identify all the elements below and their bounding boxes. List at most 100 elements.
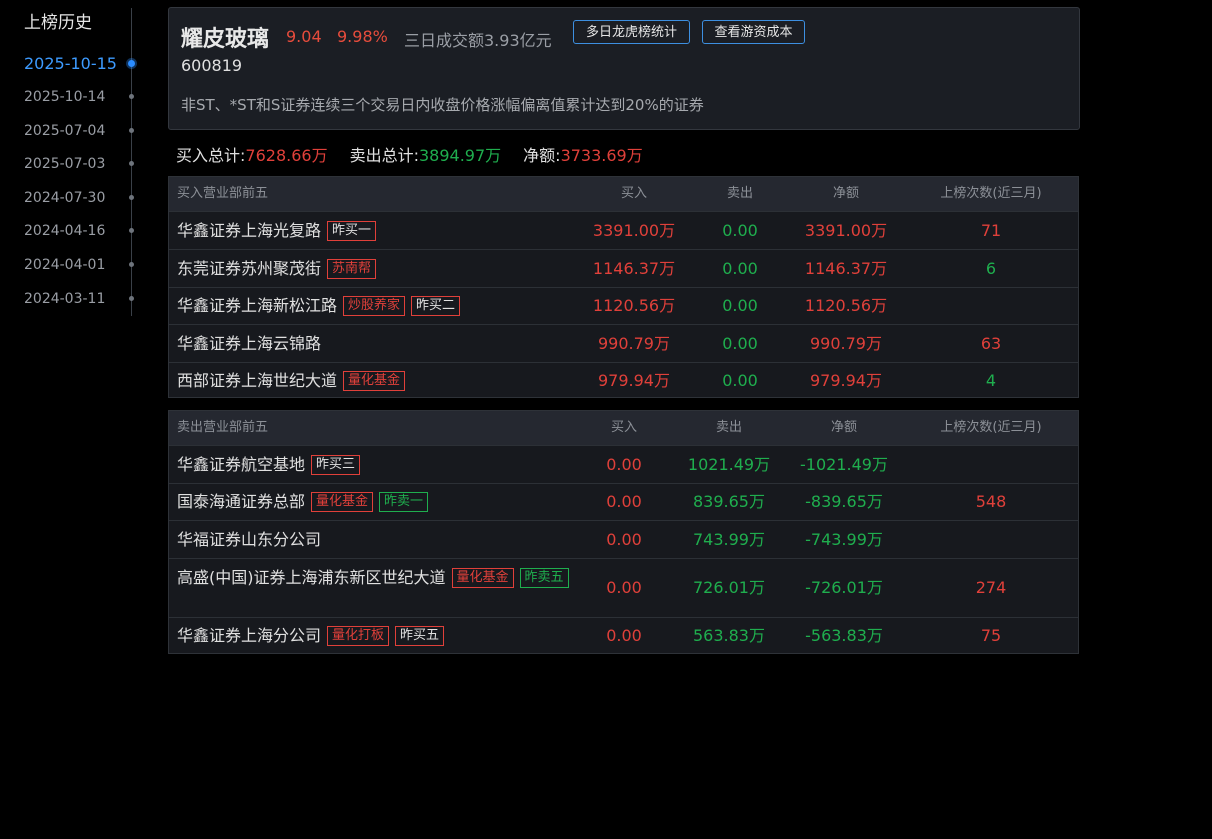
- buy-amount-cell: 990.79万: [598, 334, 670, 353]
- date-item-2024-03-11[interactable]: 2024-03-11: [24, 286, 149, 312]
- broker-name-cell: 华鑫证券上海分公司 量化打板 昨买五: [177, 618, 445, 654]
- broker-tag: 量化基金: [311, 492, 374, 512]
- date-item-2024-07-30[interactable]: 2024-07-30: [24, 185, 149, 211]
- net-amount-cell: -563.83万: [805, 626, 883, 645]
- net-amount-cell: -743.99万: [805, 530, 883, 549]
- date-item-2025-07-04[interactable]: 2025-07-04: [24, 118, 149, 144]
- col-header-sell: 卖出: [726, 186, 753, 201]
- broker-tag: 炒股养家: [343, 296, 406, 316]
- buy-amount-cell: 979.94万: [598, 371, 670, 390]
- buy-brokers-table: 买入营业部前五 买入 卖出 净额 上榜次数(近三月) 华鑫证券上海光复路 昨买一 3…: [168, 176, 1079, 398]
- listing-reason: 非ST、*ST和S证券连续三个交易日内收盘价格涨幅偏离值累计达到20%的证券: [181, 96, 704, 114]
- count-cell: 75: [980, 626, 1002, 645]
- date-label: 2025-10-14: [24, 89, 106, 105]
- broker-tag: 昨买三: [311, 455, 361, 475]
- date-label: 2024-04-01: [24, 257, 106, 273]
- broker-tag: 昨买五: [395, 626, 445, 646]
- table-row[interactable]: 西部证券上海世纪大道 量化基金 979.94万 0.00 979.94万 4: [169, 362, 1078, 399]
- stock-price: 9.04: [286, 27, 322, 46]
- date-item-2024-04-01[interactable]: 2024-04-01: [24, 252, 149, 278]
- net-amount-cell: 3391.00万: [804, 221, 888, 240]
- timeline-dot: [128, 60, 135, 67]
- broker-name[interactable]: 高盛(中国)证券上海浦东新区世纪大道: [177, 568, 446, 587]
- broker-tag: 昨卖五: [519, 568, 569, 588]
- count-cell: 63: [980, 334, 1002, 353]
- table-row[interactable]: 华鑫证券上海云锦路 990.79万 0.00 990.79万 63: [169, 324, 1078, 362]
- broker-name-cell: 国泰海通证券总部 量化基金 昨卖一: [177, 484, 429, 520]
- date-label: 2025-07-04: [24, 123, 106, 139]
- broker-tag: 量化基金: [451, 568, 514, 588]
- broker-name-cell: 华福证券山东分公司: [177, 521, 321, 558]
- sell-amount-cell: 726.01万: [693, 578, 765, 597]
- sell-amount-cell: 0.00: [722, 221, 758, 240]
- date-item-2025-07-03[interactable]: 2025-07-03: [24, 151, 149, 177]
- col-header-broker: 卖出营业部前五: [177, 420, 269, 435]
- sell-amount-cell: 743.99万: [693, 530, 765, 549]
- date-label: 2025-07-03: [24, 156, 106, 172]
- broker-name-cell: 华鑫证券上海新松江路 炒股养家 昨买二: [177, 288, 461, 324]
- date-label: 2025-10-15: [24, 54, 117, 73]
- broker-tag: 昨买一: [327, 221, 377, 241]
- date-item-2025-10-15[interactable]: 2025-10-15: [24, 51, 149, 77]
- col-header-net: 净额: [832, 186, 859, 201]
- net-amount-cell: 1146.37万: [804, 259, 888, 278]
- table-row[interactable]: 华鑫证券上海光复路 昨买一 3391.00万 0.00 3391.00万 71: [169, 211, 1078, 249]
- table-row[interactable]: 华鑫证券航空基地 昨买三 0.00 1021.49万 -1021.49万: [169, 445, 1078, 483]
- net-total-label: 净额:: [523, 146, 561, 165]
- broker-name-cell: 东莞证券苏州聚茂街 苏南帮: [177, 250, 377, 287]
- sell-total-value: 3894.97万: [418, 146, 502, 165]
- multi-day-stats-button[interactable]: 多日龙虎榜统计: [573, 20, 690, 44]
- broker-name-cell: 华鑫证券上海光复路 昨买一: [177, 212, 377, 249]
- sell-total-label: 卖出总计:: [349, 146, 419, 165]
- timeline-dot: [129, 296, 134, 301]
- buy-amount-cell: 1120.56万: [592, 296, 676, 315]
- timeline-dot: [129, 128, 134, 133]
- buy-amount-cell: 3391.00万: [592, 221, 676, 240]
- timeline-dot: [129, 94, 134, 99]
- sell-amount-cell: 839.65万: [693, 492, 765, 511]
- stock-code: 600819: [181, 56, 243, 75]
- col-header-buy: 买入: [620, 186, 647, 201]
- count-cell: 274: [975, 578, 1007, 597]
- col-header-buy: 买入: [610, 420, 637, 435]
- broker-name[interactable]: 华福证券山东分公司: [177, 530, 321, 549]
- count-cell: 71: [980, 221, 1002, 240]
- sell-amount-cell: 0.00: [722, 296, 758, 315]
- col-header-sell: 卖出: [715, 420, 742, 435]
- broker-name[interactable]: 国泰海通证券总部: [177, 492, 305, 511]
- totals-bar: 买入总计:7628.66万 卖出总计:3894.97万 净额:3733.69万: [176, 142, 643, 166]
- table-row[interactable]: 华鑫证券上海分公司 量化打板 昨买五 0.00 563.83万 -563.83万 75: [169, 617, 1078, 654]
- table-row[interactable]: 东莞证券苏州聚茂街 苏南帮 1146.37万 0.00 1146.37万 6: [169, 249, 1078, 287]
- table-row[interactable]: 国泰海通证券总部 量化基金 昨卖一 0.00 839.65万 -839.65万 548: [169, 483, 1078, 520]
- stock-change-percent: 9.98%: [337, 27, 388, 46]
- history-sidebar: 上榜历史 2025-10-15 2025-10-14 2025-07-04 20…: [0, 0, 160, 330]
- broker-name[interactable]: 东莞证券苏州聚茂街: [177, 259, 321, 278]
- col-header-net: 净额: [830, 420, 857, 435]
- broker-name[interactable]: 华鑫证券上海云锦路: [177, 334, 321, 353]
- view-cost-button[interactable]: 查看游资成本: [702, 20, 805, 44]
- table-row[interactable]: 华福证券山东分公司 0.00 743.99万 -743.99万: [169, 520, 1078, 558]
- broker-name[interactable]: 华鑫证券上海新松江路: [177, 296, 337, 315]
- broker-name[interactable]: 华鑫证券航空基地: [177, 455, 305, 474]
- broker-name[interactable]: 西部证券上海世纪大道: [177, 371, 337, 390]
- buy-total-label: 买入总计:: [176, 146, 246, 165]
- net-amount-cell: -1021.49万: [800, 455, 888, 474]
- buy-amount-cell: 0.00: [606, 455, 642, 474]
- broker-name[interactable]: 华鑫证券上海分公司: [177, 626, 321, 645]
- date-item-2024-04-16[interactable]: 2024-04-16: [24, 218, 149, 244]
- table-row[interactable]: 华鑫证券上海新松江路 炒股养家 昨买二 1120.56万 0.00 1120.56万: [169, 287, 1078, 324]
- col-header-count: 上榜次数(近三月): [940, 186, 1042, 201]
- date-item-2025-10-14[interactable]: 2025-10-14: [24, 84, 149, 110]
- table-row[interactable]: 高盛(中国)证券上海浦东新区世纪大道 量化基金 昨卖五 0.00 726.01万 -726…: [169, 558, 1078, 617]
- sell-amount-cell: 0.00: [722, 371, 758, 390]
- broker-name-cell: 华鑫证券上海云锦路: [177, 325, 321, 362]
- broker-name[interactable]: 华鑫证券上海光复路: [177, 221, 321, 240]
- sell-amount-cell: 1021.49万: [687, 455, 771, 474]
- buy-amount-cell: 0.00: [606, 492, 642, 511]
- table-header: 买入营业部前五 买入 卖出 净额 上榜次数(近三月): [169, 177, 1078, 211]
- net-total-value: 3733.69万: [560, 146, 643, 165]
- net-amount-cell: -726.01万: [805, 578, 883, 597]
- count-cell: 4: [985, 371, 997, 390]
- broker-tag: 昨买二: [411, 296, 461, 316]
- stock-name: 耀皮玻璃: [181, 27, 270, 52]
